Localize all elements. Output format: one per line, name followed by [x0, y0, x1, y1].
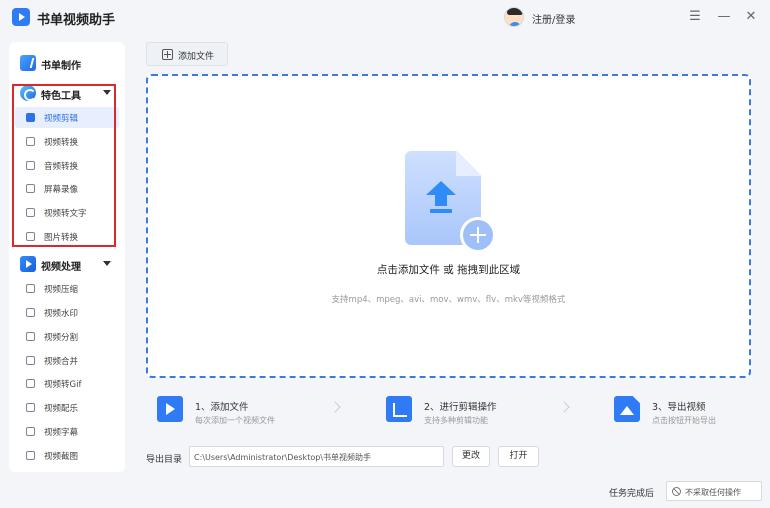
audio-convert-icon: [26, 161, 35, 170]
file-drop-zone[interactable]: 点击添加文件 或 拖拽到此区域 支持mp4、mpeg、avi、mov、wmv、f…: [146, 74, 751, 378]
sidebar-item-label: 视频分割: [44, 333, 79, 343]
plus-circle-icon: [460, 217, 496, 253]
sidebar-item-label: 视频合并: [44, 357, 79, 367]
output-dir-input[interactable]: C:\Users\Administrator\Desktop\书单视频助手: [189, 446, 444, 467]
after-task-select[interactable]: 不采取任何操作: [666, 481, 762, 501]
caret-down-icon: [103, 90, 111, 95]
step-title: 2、进行剪辑操作: [424, 402, 497, 413]
sidebar-item-screen-record[interactable]: 屏幕录像: [15, 178, 119, 199]
app-title: 书单视频助手: [37, 13, 116, 28]
drop-zone-title: 点击添加文件 或 拖拽到此区域: [376, 264, 521, 276]
upload-file-icon: [405, 151, 496, 253]
sidebar-item-video-to-gif[interactable]: 视频转Gif: [15, 373, 119, 394]
add-file-button[interactable]: 添加文件: [146, 42, 228, 66]
sidebar-section-book[interactable]: 书单制作: [9, 50, 125, 76]
book-icon: [20, 55, 36, 71]
sidebar-section-feature-tools[interactable]: 特色工具: [9, 80, 125, 106]
subtitle-icon: [26, 427, 35, 436]
sidebar-section-video-process[interactable]: 视频处理: [9, 251, 125, 277]
feature-tools-icon: [20, 85, 36, 101]
crop-icon: [26, 113, 35, 122]
close-icon[interactable]: ✕: [742, 8, 760, 26]
sidebar-item-label: 视频转换: [44, 138, 79, 148]
sidebar-item-video-split[interactable]: 视频分割: [15, 326, 119, 347]
screen-record-icon: [26, 184, 35, 193]
sidebar-item-video-subtitle[interactable]: 视频字幕: [15, 421, 119, 442]
after-task-label: 任务完成后: [609, 489, 655, 499]
sidebar-item-video-convert[interactable]: 视频转换: [15, 131, 119, 152]
play-icon: [157, 396, 183, 422]
sidebar-item-label: 屏幕录像: [44, 185, 79, 195]
step-desc: 每次添加一个视频文件: [195, 416, 275, 425]
merge-icon: [26, 356, 35, 365]
sidebar-item-label: 视频剪辑: [44, 114, 79, 124]
sidebar-item-label: 视频截图: [44, 452, 79, 462]
music-icon: [26, 403, 35, 412]
step-desc: 支持多种剪辑功能: [424, 416, 488, 425]
sidebar-item-video-to-text[interactable]: 视频转文字: [15, 202, 119, 223]
image-icon: [26, 232, 35, 241]
sidebar-item-label: 音频转换: [44, 162, 79, 172]
export-icon: [614, 396, 640, 422]
sidebar-item-video-merge[interactable]: 视频合并: [15, 350, 119, 371]
sidebar-item-video-compress[interactable]: 视频压缩: [15, 278, 119, 299]
step-desc: 点击按钮开始导出: [652, 416, 716, 425]
output-dir-label: 导出目录: [146, 455, 183, 465]
section-label: 视频处理: [41, 262, 81, 273]
sidebar-item-video-screenshot[interactable]: 视频截图: [15, 445, 119, 466]
video-convert-icon: [26, 137, 35, 146]
watermark-icon: [26, 308, 35, 317]
open-dir-button[interactable]: 打开: [498, 446, 539, 467]
split-icon: [26, 332, 35, 341]
section-label: 书单制作: [41, 61, 81, 72]
no-action-icon: [672, 487, 681, 496]
supported-formats-text: 支持mp4、mpeg、avi、mov、wmv、flv、mkv等视频格式: [331, 295, 566, 305]
chevron-right-icon: [558, 401, 570, 413]
sidebar-item-video-music[interactable]: 视频配乐: [15, 397, 119, 418]
sidebar-item-image-convert[interactable]: 图片转换: [15, 226, 119, 247]
add-file-label: 添加文件: [178, 52, 215, 62]
sidebar-item-video-edit[interactable]: 视频剪辑: [15, 107, 119, 128]
screenshot-icon: [26, 451, 35, 460]
menu-icon[interactable]: ☰: [686, 8, 704, 26]
video-process-icon: [20, 256, 36, 272]
sidebar-item-label: 视频字幕: [44, 428, 79, 438]
login-link[interactable]: 注册/登录: [532, 11, 575, 26]
sidebar-item-label: 视频转Gif: [44, 380, 82, 390]
sidebar-item-label: 视频配乐: [44, 404, 79, 414]
user-avatar[interactable]: [504, 7, 524, 27]
change-dir-button[interactable]: 更改: [452, 446, 490, 467]
gif-icon: [26, 379, 35, 388]
app-logo-icon: [12, 8, 30, 26]
minimize-icon[interactable]: —: [715, 8, 733, 26]
sidebar-item-label: 视频压缩: [44, 285, 79, 295]
step-title: 3、导出视频: [652, 402, 706, 413]
sidebar-item-video-watermark[interactable]: 视频水印: [15, 302, 119, 323]
add-file-icon: [162, 49, 173, 60]
sidebar-item-audio-convert[interactable]: 音频转换: [15, 155, 119, 176]
crop-icon: [386, 396, 412, 422]
step-title: 1、添加文件: [195, 402, 249, 413]
sidebar-item-label: 图片转换: [44, 233, 79, 243]
chevron-right-icon: [329, 401, 341, 413]
caret-down-icon: [103, 261, 111, 266]
sidebar-item-label: 视频水印: [44, 309, 79, 319]
title-bar: 书单视频助手 注册/登录 ☰ — ✕: [0, 0, 770, 34]
text-icon: [26, 208, 35, 217]
compress-icon: [26, 284, 35, 293]
sidebar: 书单制作 特色工具 视频剪辑 视频转换 音频转换 屏幕录像 视频转文字 图片转换…: [9, 42, 125, 472]
section-label: 特色工具: [41, 91, 81, 102]
sidebar-item-label: 视频转文字: [44, 209, 87, 219]
after-task-select-value: 不采取任何操作: [685, 488, 741, 497]
